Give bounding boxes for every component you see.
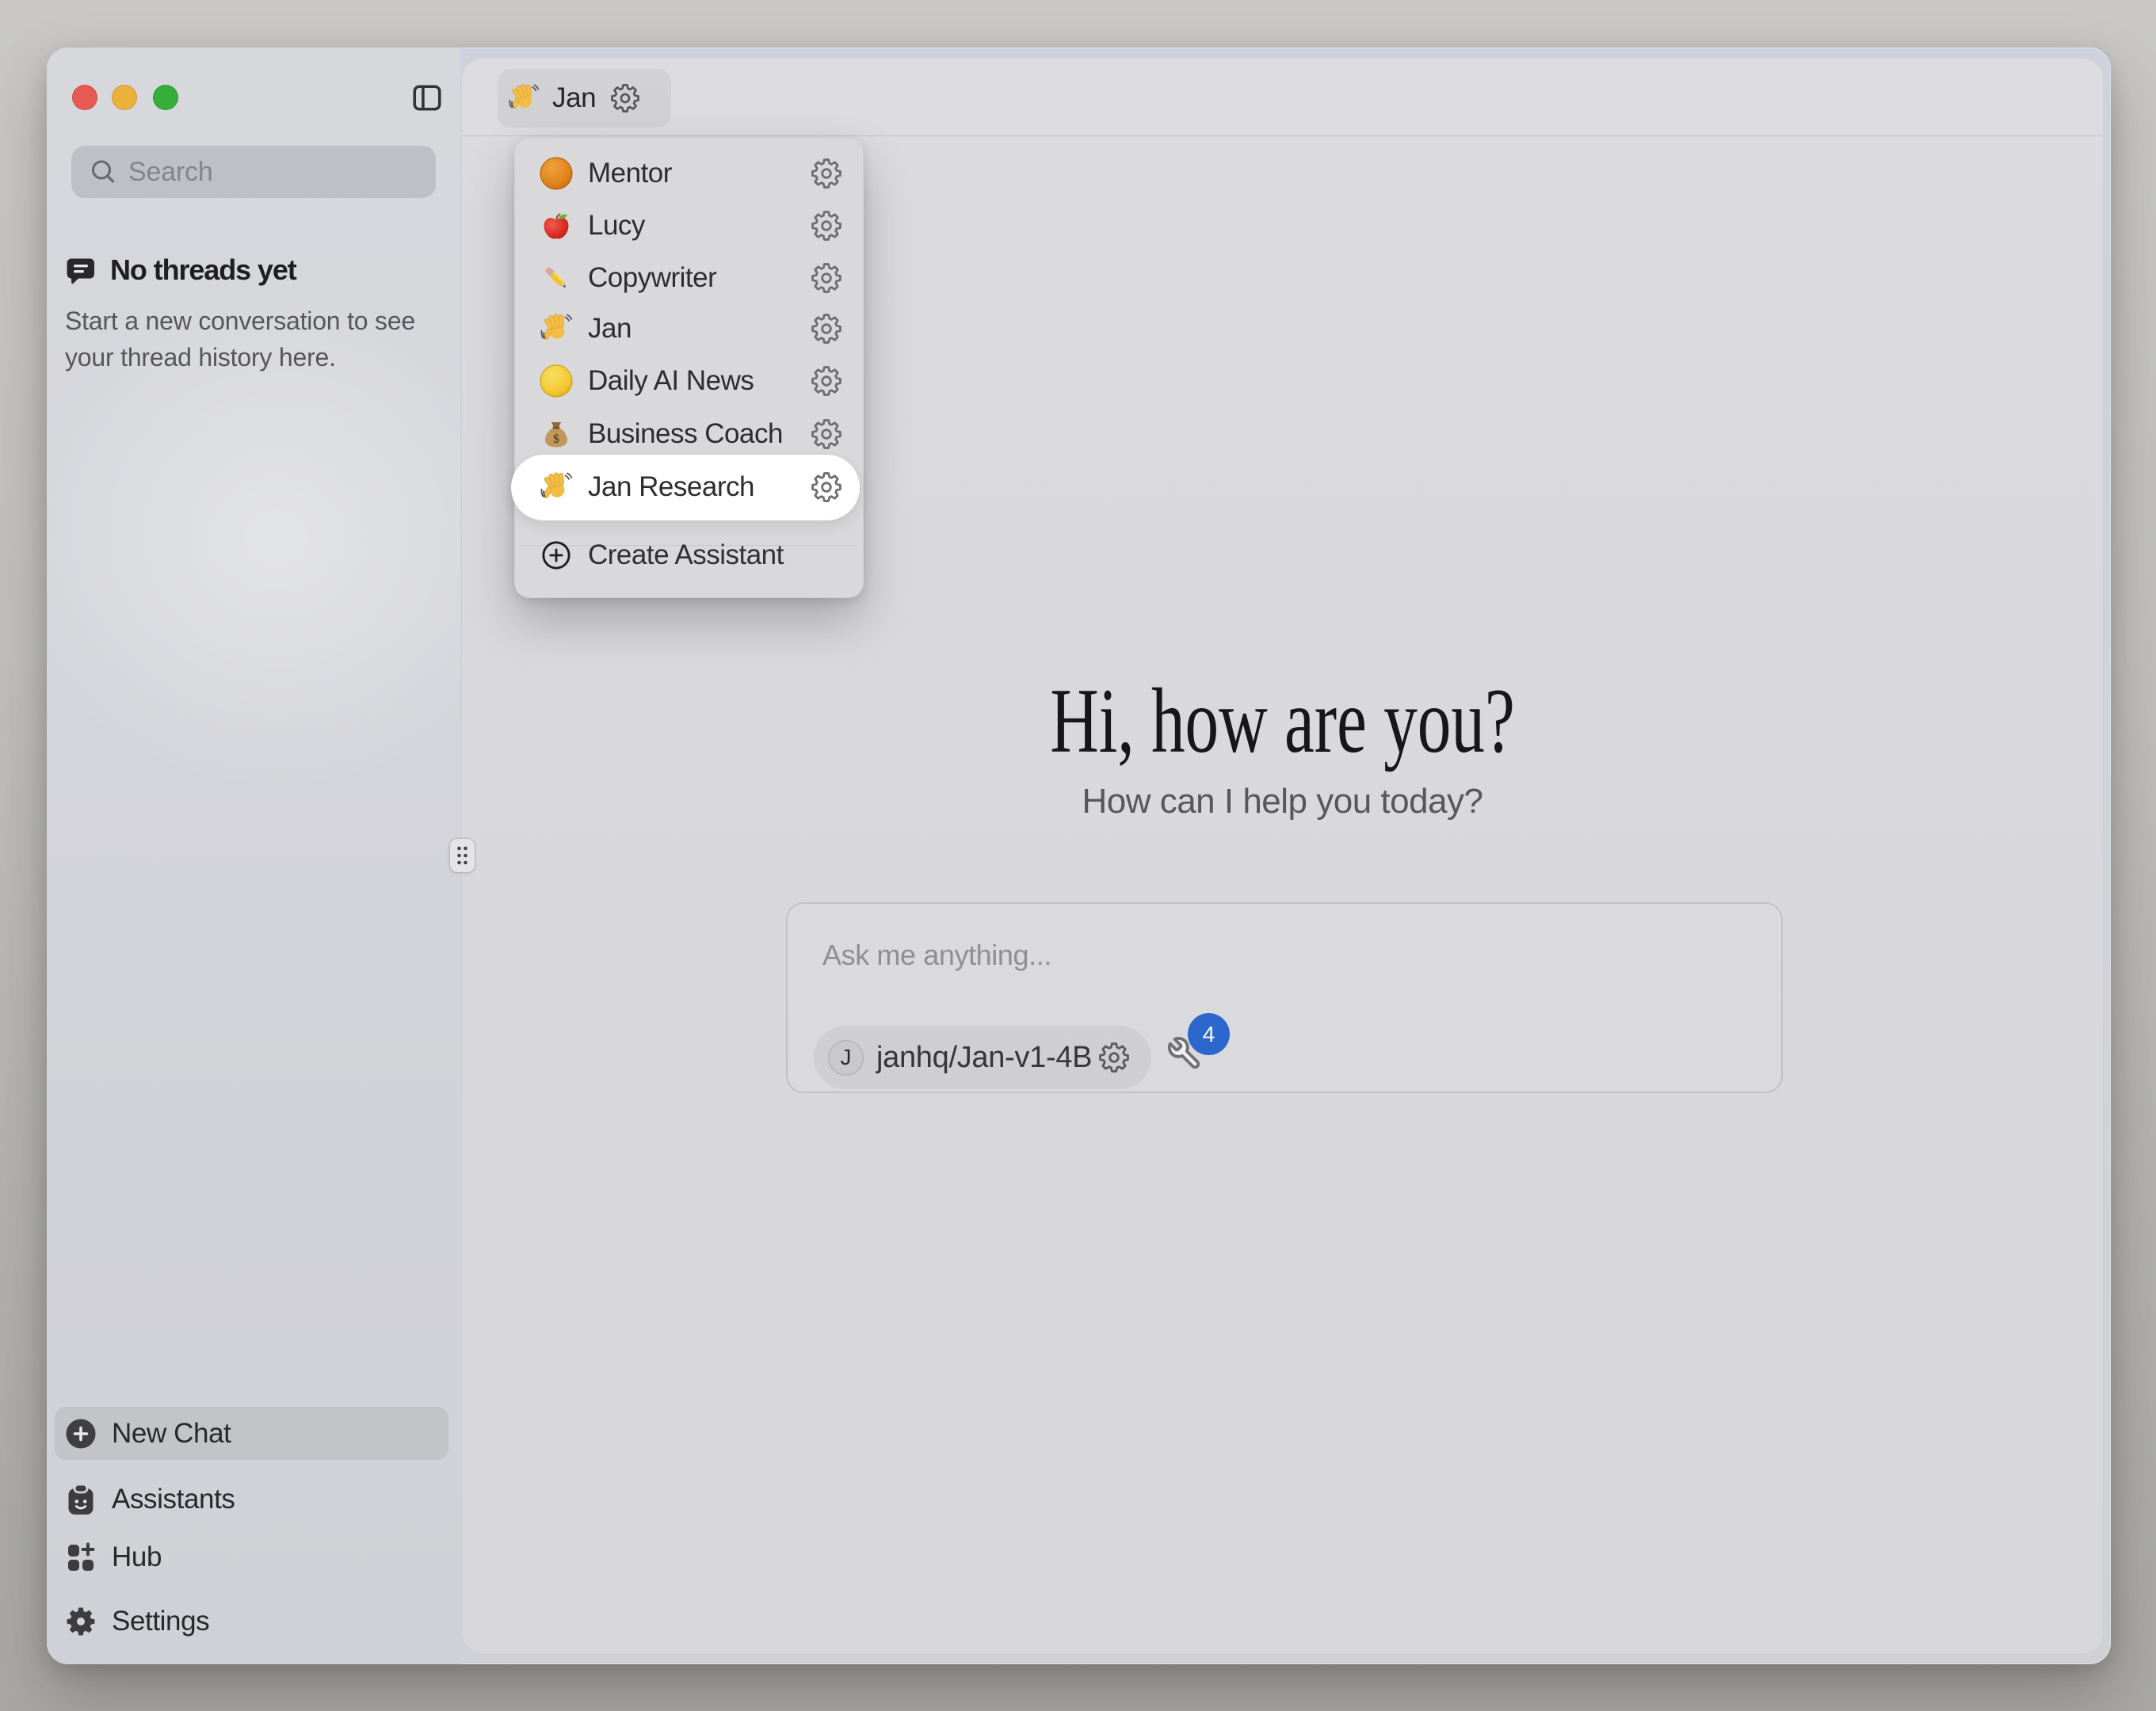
svg-text:$: $ bbox=[553, 433, 559, 446]
